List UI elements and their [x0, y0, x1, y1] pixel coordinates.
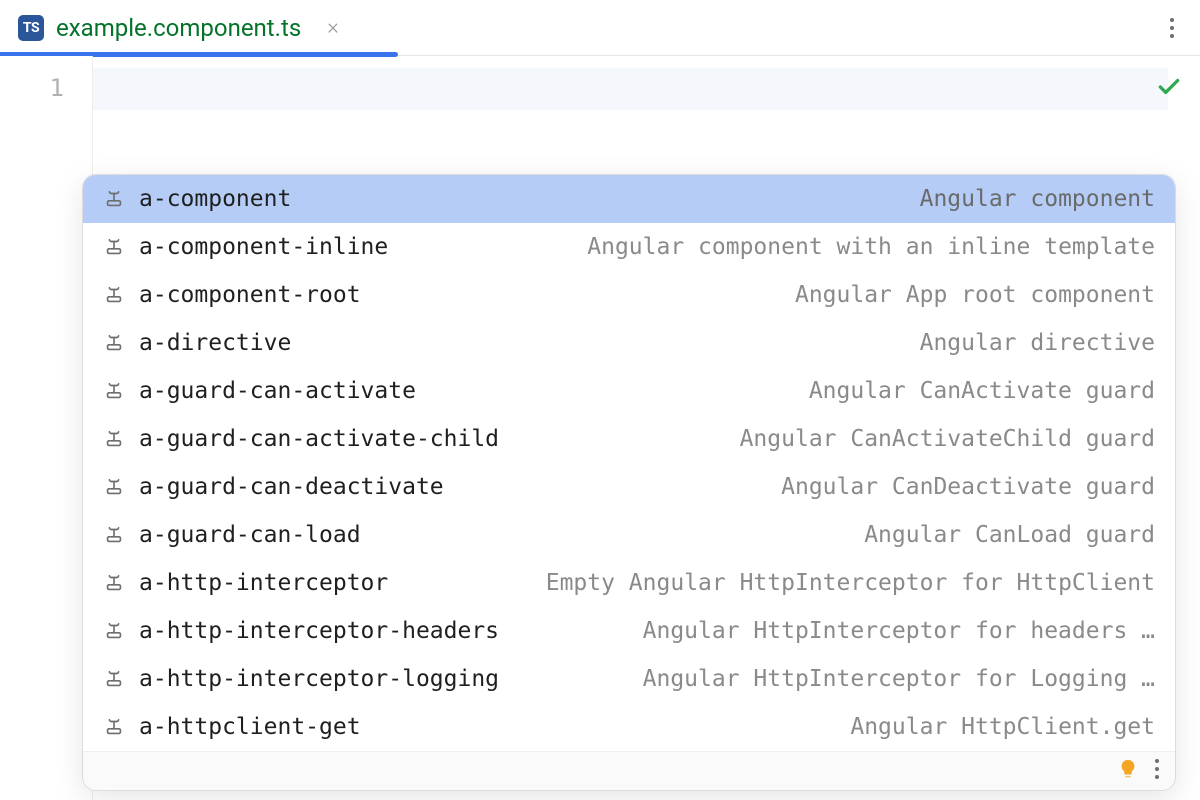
- completion-label: a-directive: [139, 330, 291, 356]
- completion-item[interactable]: a-guard-can-activate-child Angular CanAc…: [83, 415, 1175, 463]
- popup-menu-icon[interactable]: [1155, 759, 1159, 779]
- live-template-icon: [103, 236, 125, 258]
- editor-tab[interactable]: TS example.component.ts ×: [0, 0, 359, 55]
- live-template-icon: [103, 188, 125, 210]
- live-template-icon: [103, 380, 125, 402]
- completion-description: Angular CanActivateChild guard: [740, 426, 1155, 452]
- completion-description: Angular HttpInterceptor for headers …: [643, 618, 1155, 644]
- completion-description: Angular App root component: [795, 282, 1155, 308]
- completion-item[interactable]: a-http-interceptor-logging Angular HttpI…: [83, 655, 1175, 703]
- live-template-icon: [103, 524, 125, 546]
- gutter: 1: [0, 56, 92, 800]
- completion-description: Angular directive: [920, 330, 1155, 356]
- completion-description: Angular component with an inline templat…: [587, 234, 1155, 260]
- completion-description: Angular CanDeactivate guard: [781, 474, 1155, 500]
- completion-item[interactable]: a-directive Angular directive: [83, 319, 1175, 367]
- completion-label: a-component: [139, 186, 291, 212]
- live-template-icon: [103, 332, 125, 354]
- completion-description: Empty Angular HttpInterceptor for HttpCl…: [546, 570, 1155, 596]
- live-template-icon: [103, 620, 125, 642]
- completion-item[interactable]: a-guard-can-activate Angular CanActivate…: [83, 367, 1175, 415]
- live-template-icon: [103, 284, 125, 306]
- completion-label: a-guard-can-load: [139, 522, 361, 548]
- tab-bar-menu-icon[interactable]: [1144, 18, 1200, 38]
- completion-item[interactable]: a-http-interceptor Empty Angular HttpInt…: [83, 559, 1175, 607]
- completion-item[interactable]: a-guard-can-load Angular CanLoad guard: [83, 511, 1175, 559]
- completion-label: a-guard-can-activate: [139, 378, 416, 404]
- completion-label: a-http-interceptor-headers: [139, 618, 499, 644]
- inspection-ok-icon[interactable]: [1156, 74, 1182, 100]
- completion-label: a-http-interceptor: [139, 570, 388, 596]
- completion-description: Angular CanLoad guard: [864, 522, 1155, 548]
- typescript-file-icon: TS: [18, 15, 44, 41]
- completion-description: Angular HttpInterceptor for Logging …: [643, 666, 1155, 692]
- completion-item[interactable]: a-component-root Angular App root compon…: [83, 271, 1175, 319]
- completion-item[interactable]: a-http-interceptor-headers Angular HttpI…: [83, 607, 1175, 655]
- lightbulb-icon[interactable]: [1117, 758, 1139, 780]
- completion-description: Angular HttpClient.get: [850, 714, 1155, 740]
- tab-bar: TS example.component.ts ×: [0, 0, 1200, 56]
- live-template-icon: [103, 572, 125, 594]
- completion-label: a-component-root: [139, 282, 361, 308]
- completion-item[interactable]: a-component-inline Angular component wit…: [83, 223, 1175, 271]
- autocomplete-popup: a-component Angular component a-componen…: [82, 174, 1176, 791]
- completion-label: a-guard-can-deactivate: [139, 474, 444, 500]
- completion-label: a-component-inline: [139, 234, 388, 260]
- live-template-icon: [103, 668, 125, 690]
- completion-description: Angular CanActivate guard: [809, 378, 1155, 404]
- completion-label: a-httpclient-get: [139, 714, 361, 740]
- live-template-icon: [103, 716, 125, 738]
- live-template-icon: [103, 476, 125, 498]
- close-tab-icon[interactable]: ×: [313, 15, 353, 40]
- completion-item[interactable]: a-guard-can-deactivate Angular CanDeacti…: [83, 463, 1175, 511]
- completion-label: a-guard-can-activate-child: [139, 426, 499, 452]
- editor-surface[interactable]: 1 a-component Angular component a-compon…: [0, 56, 1200, 800]
- line-number: 1: [0, 74, 64, 102]
- completion-label: a-http-interceptor-logging: [139, 666, 499, 692]
- tab-file-name: example.component.ts: [56, 14, 301, 42]
- live-template-icon: [103, 428, 125, 450]
- completion-item[interactable]: a-component Angular component: [83, 175, 1175, 223]
- popup-footer: [83, 751, 1175, 790]
- completion-description: Angular component: [920, 186, 1155, 212]
- completion-item[interactable]: a-httpclient-get Angular HttpClient.get: [83, 703, 1175, 751]
